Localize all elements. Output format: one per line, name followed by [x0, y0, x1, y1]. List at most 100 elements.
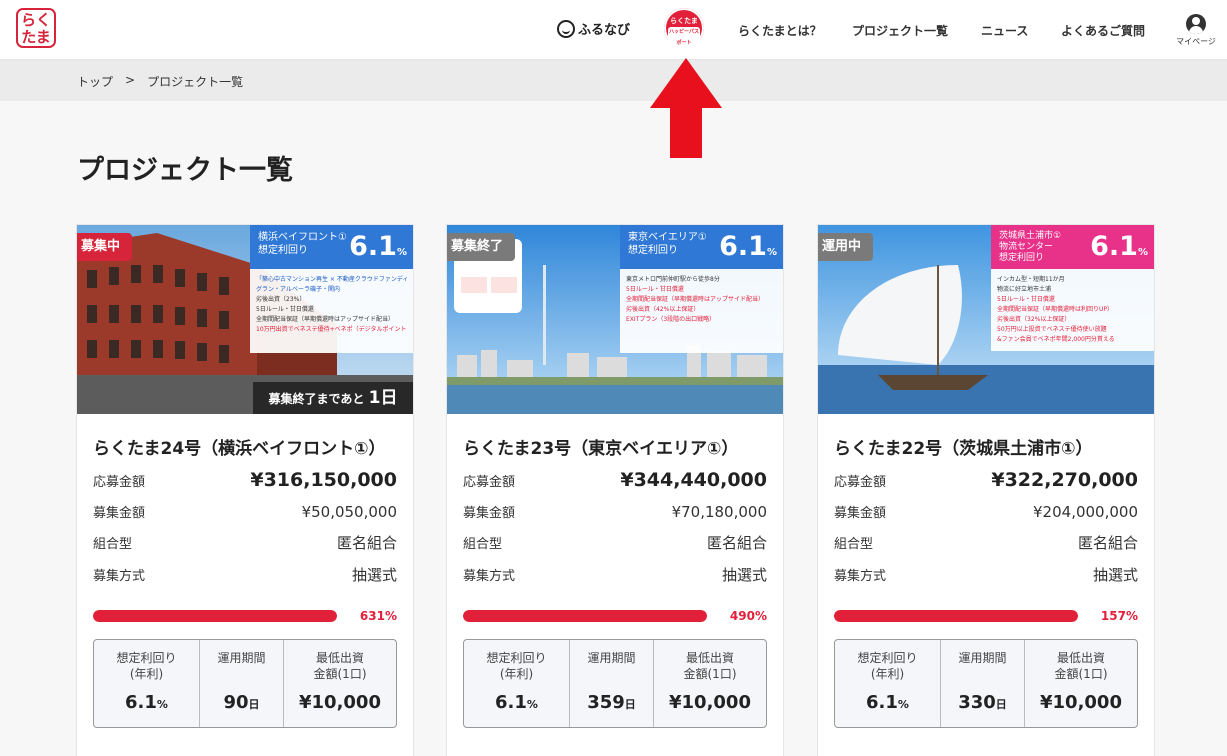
passport-line1: らくたま: [670, 17, 698, 25]
nav-news[interactable]: ニュース: [981, 22, 1028, 39]
site-header: らく たま ふるなび らくたま ハッピーパスポート らくたまとは？ プロジェクト…: [0, 0, 1227, 60]
rate-value: 6.1%: [719, 231, 777, 262]
nav-faq[interactable]: よくあるご質問: [1061, 22, 1145, 39]
info-line: 物流に好立地市土浦: [997, 286, 1052, 293]
info-line: 「築心中古マンション再生 × 不動産クラウドファンディング」: [256, 276, 407, 283]
progress-percent: 631%: [359, 609, 397, 623]
project-image[interactable]: 募集中 横浜ベイフロント① 想定利回り 6.1% 「築心中古マンション再生 × …: [77, 225, 413, 414]
stat-period: 運用期間 330日: [941, 640, 1025, 727]
method-value: 抽選式: [351, 566, 397, 584]
info-line: &ファン会員でベネポ年間2,000円分貰える: [997, 336, 1115, 343]
countdown-prefix: 募集終了まであと: [268, 392, 365, 406]
breadcrumb-current: プロジェクト一覧: [147, 75, 244, 89]
progress-bar: [463, 610, 707, 622]
rate-value: 6.1%: [1090, 231, 1148, 262]
info-line: グラン・アルベーラ磯子・関内: [256, 286, 340, 293]
project-title[interactable]: らくたま24号（横浜ベイフロント①）: [93, 434, 397, 462]
stat-period: 運用期間 90日: [200, 640, 284, 727]
info-line: インカム型・短期11か月: [997, 276, 1065, 283]
method-value: 抽選式: [1092, 566, 1138, 584]
applied-amount: ¥316,150,000: [250, 469, 397, 491]
nav-projects[interactable]: プロジェクト一覧: [852, 22, 948, 39]
method-label: 募集方式: [93, 569, 146, 584]
info-line: 劣後出資（42%以上保証）: [626, 306, 700, 313]
countdown-value: 1日: [368, 388, 398, 408]
info-line: 5日ルール・甘日償還: [997, 296, 1055, 303]
furunavi-label: ふるなび: [578, 23, 631, 38]
breadcrumb: トップ > プロジェクト一覧: [77, 73, 243, 90]
rate-label: 東京ベイエリア① 想定利回り: [628, 232, 707, 256]
project-image[interactable]: 運用中 茨城県土浦市① 物流センター 想定利回り 6.1% インカム型・短期11…: [818, 225, 1154, 414]
status-badge: 募集中: [77, 233, 133, 267]
progress-bar: [834, 610, 1078, 622]
status-badge: 運用中: [818, 233, 874, 267]
passport-line2: ハッピーパスポート: [668, 27, 700, 49]
type-value: 匿名組合: [336, 534, 397, 552]
type-value: 匿名組合: [706, 534, 767, 552]
info-line: 劣後出資（23%）: [256, 296, 306, 303]
info-line: 全期間配当保証（早期償還時はアップサイド配当）: [256, 316, 395, 323]
countdown: 募集終了まであと 1日: [253, 382, 413, 414]
project-card[interactable]: 募集中 横浜ベイフロント① 想定利回り 6.1% 「築心中古マンション再生 × …: [76, 224, 414, 756]
info-line: 劣後出資（32%以上保証）: [997, 316, 1071, 323]
type-label: 組合型: [834, 537, 874, 552]
applied-amount: ¥322,270,000: [991, 469, 1138, 491]
project-title[interactable]: らくたま23号（東京ベイエリア①）: [463, 434, 767, 462]
info-line: 5日ルール・甘日償還: [626, 286, 684, 293]
info-line: 全期間配当保証（早期償還時は利回りUP）: [997, 306, 1114, 313]
project-card[interactable]: 運用中 茨城県土浦市① 物流センター 想定利回り 6.1% インカム型・短期11…: [817, 224, 1155, 756]
furunavi-link[interactable]: ふるなび: [557, 19, 630, 38]
stat-yield: 想定利回り (年利) 6.1%: [464, 640, 570, 727]
info-panel: 東京メトロ門前仲町駅から徒歩8分 5日ルール・甘日償還 全期間配当保証（早期償還…: [620, 269, 783, 353]
stat-period: 運用期間 359日: [570, 640, 654, 727]
target-label: 募集金額: [463, 506, 516, 521]
target-amount: ¥204,000,000: [1033, 503, 1138, 521]
project-card[interactable]: 募集終了 東京ベイエリア① 想定利回り 6.1% 東京メトロ門前仲町駅から徒歩8…: [446, 224, 784, 756]
applied-label: 応募金額: [463, 475, 516, 490]
rate-label: 横浜ベイフロント① 想定利回り: [258, 232, 347, 256]
progress-bar: [93, 610, 337, 622]
method-label: 募集方式: [463, 569, 516, 584]
nav-about[interactable]: らくたまとは？: [738, 22, 822, 39]
rakutama-logo[interactable]: らく たま: [16, 8, 56, 48]
stat-min-investment: 最低出資 金額(1口) ¥10,000: [299, 651, 381, 713]
type-label: 組合型: [93, 537, 133, 552]
project-image[interactable]: 募集終了 東京ベイエリア① 想定利回り 6.1% 東京メトロ門前仲町駅から徒歩8…: [447, 225, 783, 414]
rate-box: 茨城県土浦市① 物流センター 想定利回り 6.1%: [991, 225, 1154, 269]
stat-min-investment: 最低出資 金額(1口) ¥10,000: [669, 651, 751, 713]
target-label: 募集金額: [834, 506, 887, 521]
stats-box: 想定利回り (年利) 6.1% 運用期間 90日 最低出資 金額(1口) ¥10,00…: [93, 639, 397, 728]
applied-amount: ¥344,440,000: [620, 469, 767, 491]
type-label: 組合型: [463, 537, 503, 552]
progress-percent: 157%: [1100, 609, 1138, 623]
rate-box: 東京ベイエリア① 想定利回り 6.1%: [620, 225, 783, 269]
red-arrow-annotation: [650, 58, 722, 158]
mypage-label: マイページ: [1176, 37, 1216, 46]
rate-box: 横浜ベイフロント① 想定利回り 6.1%: [250, 225, 413, 269]
info-panel: インカム型・短期11か月 物流に好立地市土浦 5日ルール・甘日償還 全期間配当保…: [991, 269, 1154, 351]
mypage-link[interactable]: マイページ: [1176, 14, 1216, 47]
progress-fill: [463, 610, 707, 622]
status-badge: 募集終了: [447, 233, 516, 267]
stats-box: 想定利回り (年利) 6.1% 運用期間 330日 最低出資 金額(1口) ¥10,0…: [834, 639, 1138, 728]
rate-value: 6.1%: [349, 231, 407, 262]
info-line: 10万円出資でベネステ優待+ベネポ（デジタルポイント）: [256, 326, 407, 333]
project-title[interactable]: らくたま22号（茨城県土浦市①）: [834, 434, 1138, 462]
stat-yield: 想定利回り (年利) 6.1%: [94, 640, 200, 727]
furunavi-icon: [557, 19, 575, 38]
stats-box: 想定利回り (年利) 6.1% 運用期間 359日 最低出資 金額(1口) ¥10,0…: [463, 639, 767, 728]
user-icon: [1186, 14, 1206, 34]
breadcrumb-bar: トップ > プロジェクト一覧: [0, 60, 1227, 101]
stat-yield: 想定利回り (年利) 6.1%: [835, 640, 941, 727]
happy-passport-link[interactable]: らくたま ハッピーパスポート: [664, 8, 704, 49]
applied-label: 応募金額: [93, 475, 146, 490]
target-amount: ¥50,050,000: [301, 503, 397, 521]
breadcrumb-home[interactable]: トップ: [77, 73, 113, 90]
breadcrumb-separator: >: [125, 73, 136, 87]
info-line: 5日ルール・甘日償還: [256, 306, 314, 313]
info-line: EXITプラン（3段階の出口戦略）: [626, 316, 716, 323]
target-label: 募集金額: [93, 506, 146, 521]
info-line: 東京メトロ門前仲町駅から徒歩8分: [626, 276, 720, 283]
progress-fill: [93, 610, 337, 622]
applied-label: 応募金額: [834, 475, 887, 490]
